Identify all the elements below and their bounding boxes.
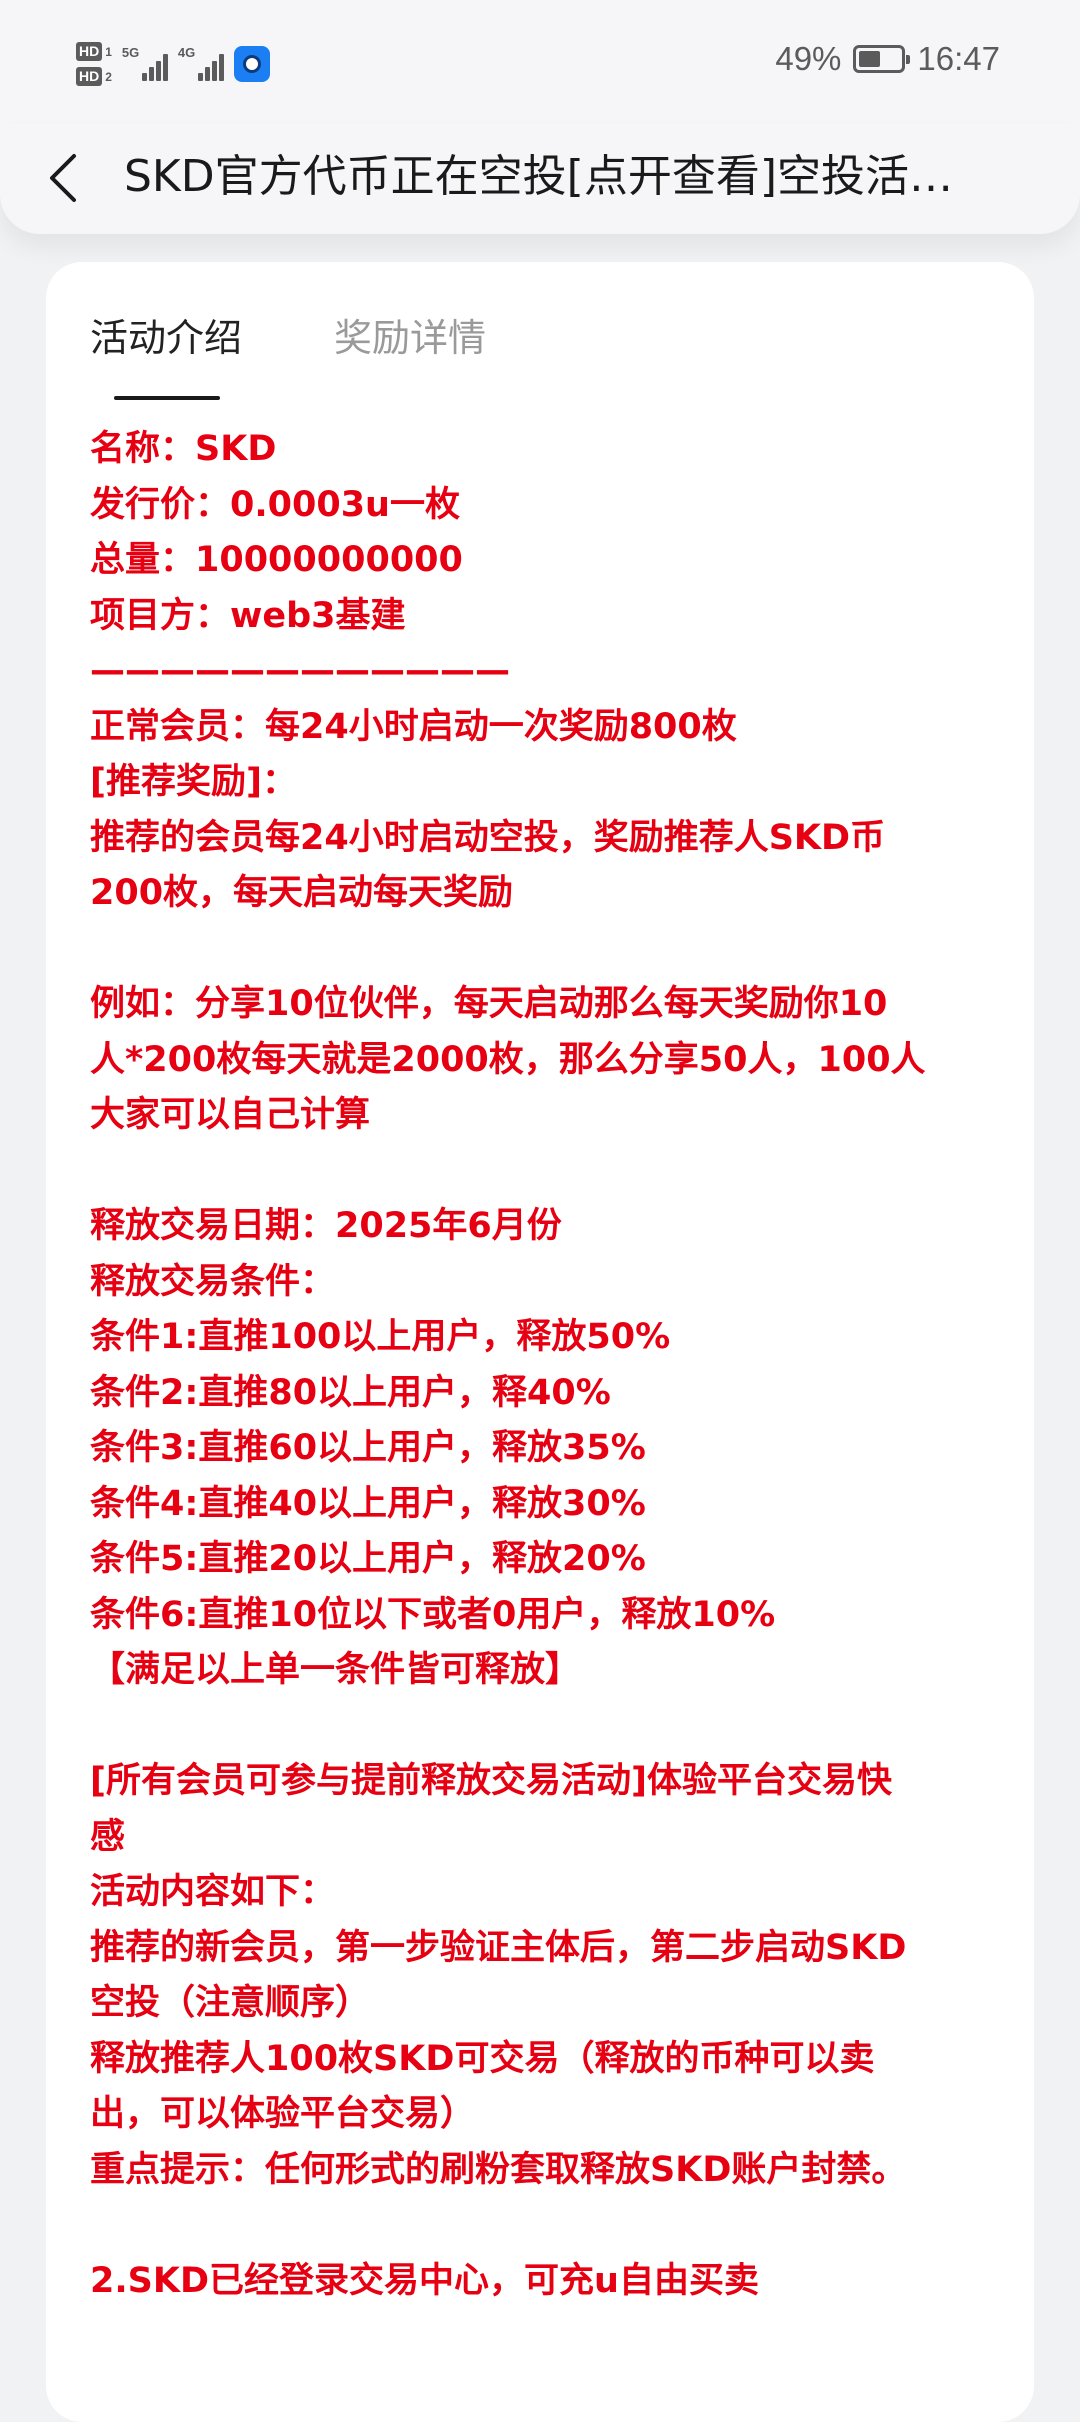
hd-slot-number: 1	[105, 44, 112, 59]
description-line: 大家可以自己计算	[90, 1095, 371, 1135]
description-line: 释放交易条件：	[90, 1261, 336, 1302]
description-line: 【满足以上单一条件皆可释放】	[90, 1650, 581, 1690]
status-bar: HD 1 HD 2 5G 4G 49% 16:47	[0, 0, 1080, 124]
description-line: 总量：10000000000	[90, 540, 463, 580]
back-button[interactable]	[40, 136, 96, 220]
description-line: 条件5:直推20以上用户，释放20%	[90, 1539, 646, 1579]
hd-badge: HD	[76, 67, 103, 86]
description-line: 人*200枚每天就是2000枚，那么分享50人，100人	[90, 1039, 926, 1080]
hd-slot-number: 2	[105, 69, 112, 84]
description-line: 条件6:直推10位以下或者0用户，释放10%	[90, 1594, 776, 1635]
battery-percent: 49%	[775, 40, 842, 77]
network-type-label: 4G	[177, 45, 196, 60]
hd-badge: HD	[76, 42, 103, 61]
description-line: 名称：SKD	[90, 429, 277, 469]
description-line: 发行价：0.0003u一枚	[90, 484, 460, 525]
signal-5g-icon: 5G	[121, 45, 168, 81]
description-line: 正常会员：每24小时启动一次奖励800枚	[90, 706, 737, 747]
app-notification-icon	[233, 46, 270, 82]
active-tab-indicator	[114, 396, 220, 400]
description-line: 条件1:直推100以上用户，释放50%	[90, 1317, 671, 1357]
description-line: 项目方：web3基建	[90, 595, 406, 636]
chevron-left-icon	[50, 154, 76, 202]
network-type-label: 5G	[121, 45, 140, 60]
description-line: 释放推荐人100枚SKD可交易（释放的币种可以卖	[90, 2038, 875, 2079]
description-line: [推荐奖励]：	[90, 762, 297, 802]
status-bar-right: 49% 16:47	[775, 40, 1000, 78]
description-line: [所有会员可参与提前释放交易活动]体验平台交易快	[90, 1761, 892, 1801]
description-line: 重点提示：任何形式的刷粉套取释放SKD账户封禁。	[90, 2149, 907, 2190]
tab-bar: 活动介绍 奖励详情	[90, 312, 486, 364]
description-line: 释放交易日期：2025年6月份	[90, 1206, 562, 1246]
description-line: 2.SKD已经登录交易中心，可充u自由买卖	[90, 2260, 759, 2301]
activity-description: 名称：SKD 发行价：0.0003u一枚 总量：10000000000 项目方：web…	[90, 422, 1010, 2309]
description-line: 空投（注意顺序）	[90, 1983, 371, 2023]
clock: 16:47	[917, 40, 1000, 77]
description-line: 200枚，每天启动每天奖励	[90, 873, 514, 913]
description-line: 条件4:直推40以上用户，释放30%	[90, 1483, 646, 1524]
hd-indicator-2: HD 2	[76, 67, 112, 86]
description-line: 条件2:直推80以上用户，释40%	[90, 1372, 611, 1413]
description-line: ————————————	[90, 651, 510, 691]
status-bar-left: HD 1 HD 2 5G 4G	[76, 34, 270, 94]
hd-indicator-1: HD 1	[76, 42, 112, 61]
description-line: 例如：分享10位伙伴，每天启动那么每天奖励你10	[90, 984, 888, 1024]
description-line: 条件3:直推60以上用户，释放35%	[90, 1428, 646, 1468]
description-line: 感	[90, 1816, 126, 1857]
tab-reward-details[interactable]: 奖励详情	[334, 312, 486, 364]
signal-4g-icon: 4G	[177, 45, 224, 81]
battery-icon	[853, 45, 911, 73]
description-line: 推荐的会员每24小时启动空投，奖励推荐人SKD币	[90, 817, 886, 858]
top-nav-bar: SKD官方代币正在空投[点开查看]空投活动进行中	[0, 124, 1080, 234]
description-line: 活动内容如下：	[90, 1872, 336, 1912]
hd-indicators: HD 1 HD 2	[76, 42, 112, 86]
tab-activity-intro[interactable]: 活动介绍	[90, 312, 242, 364]
page-title: SKD官方代币正在空投[点开查看]空投活动进行中	[124, 151, 954, 202]
description-line: 推荐的新会员，第一步验证主体后，第二步启动SKD	[90, 1927, 907, 1968]
content-card: 活动介绍 奖励详情 名称：SKD 发行价：0.0003u一枚 总量：10000000…	[46, 262, 1034, 2422]
description-line: 出，可以体验平台交易）	[90, 2094, 476, 2134]
